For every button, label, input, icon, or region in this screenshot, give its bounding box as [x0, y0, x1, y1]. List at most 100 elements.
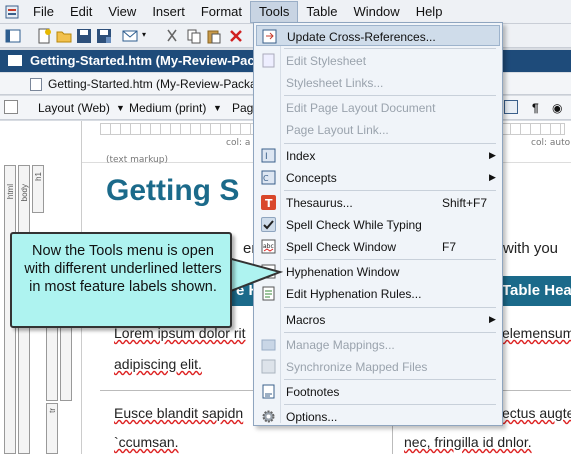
- menu-separator: [284, 379, 496, 380]
- document-icon: [8, 55, 22, 66]
- menu-format[interactable]: Format: [193, 1, 250, 23]
- document-tab[interactable]: Getting-Started.htm (My-Review-Package): [30, 53, 289, 68]
- layout-dropdown-arrow-icon[interactable]: ▼: [116, 103, 125, 113]
- table-cell[interactable]: `ccumsan.: [114, 434, 179, 450]
- file-icon: [30, 78, 42, 91]
- menu-item-page-layout-link[interactable]: Page Layout Link...: [256, 119, 500, 140]
- footnotes-icon: [261, 384, 276, 399]
- tools-menu: Update Cross-References... Edit Styleshe…: [253, 22, 503, 426]
- menu-item-hyphenation-window[interactable]: Hyphenation Window: [256, 261, 500, 282]
- document-subtab[interactable]: Getting-Started.htm (My-Review-Packa: [48, 77, 257, 91]
- send-dropdown-icon[interactable]: ▾: [142, 30, 146, 39]
- layout-dropdown[interactable]: Layout (Web): [38, 101, 110, 115]
- menu-file[interactable]: File: [25, 1, 62, 23]
- svg-text:C: C: [263, 174, 269, 183]
- ci-icon[interactable]: [504, 100, 518, 114]
- preview-eye-icon[interactable]: ◉: [552, 101, 562, 115]
- menu-item-thesaurus[interactable]: T Thesaurus... Shift+F7: [256, 192, 500, 213]
- menu-item-edit-stylesheet[interactable]: Edit Stylesheet: [256, 50, 500, 71]
- menu-item-spell-check-window[interactable]: abc Spell Check Window F7: [256, 236, 500, 257]
- delete-icon[interactable]: [228, 28, 244, 44]
- menu-item-synchronize-mapped-files[interactable]: Synchronize Mapped Files: [256, 356, 500, 377]
- submenu-arrow-icon: ▶: [489, 314, 496, 324]
- checkmark-icon: [261, 217, 276, 232]
- menu-item-footnotes[interactable]: Footnotes: [256, 381, 500, 402]
- menu-item-label: Stylesheet Links...: [286, 76, 384, 90]
- column-label: col: auto: [531, 138, 571, 148]
- menu-window[interactable]: Window: [345, 1, 407, 23]
- menu-item-label: Spell Check While Typing: [286, 218, 422, 232]
- document-heading[interactable]: Getting S: [106, 174, 239, 208]
- paste-icon[interactable]: [206, 28, 222, 44]
- menu-item-macros[interactable]: Macros ▶: [256, 309, 500, 330]
- spellcheck-icon: abc: [261, 239, 276, 254]
- hyphenation-rules-icon: [261, 286, 276, 301]
- copy-icon[interactable]: [186, 28, 202, 44]
- structure-tag-h1[interactable]: h1: [32, 165, 44, 213]
- save-all-icon[interactable]: [96, 28, 112, 44]
- menu-item-options[interactable]: Options...: [256, 406, 500, 427]
- menu-view[interactable]: View: [100, 1, 144, 23]
- table-cell[interactable]: ectus augte: [502, 405, 571, 421]
- menu-item-label: Edit Stylesheet: [286, 54, 367, 68]
- menu-edit[interactable]: Edit: [62, 1, 100, 23]
- table-cell[interactable]: nec, fringilla id dnlor.: [404, 434, 532, 450]
- menu-item-label: Edit Hyphenation Rules...: [286, 287, 422, 301]
- save-icon[interactable]: [76, 28, 92, 44]
- new-file-icon[interactable]: [36, 28, 52, 44]
- table-cell[interactable]: adipiscing elit.: [114, 356, 202, 372]
- gear-icon: [261, 409, 276, 424]
- table-cell[interactable]: elemensum: [502, 325, 571, 341]
- menu-table[interactable]: Table: [298, 1, 345, 23]
- menu-insert[interactable]: Insert: [144, 1, 193, 23]
- annotation-callout: Now the Tools menu is open with differen…: [10, 232, 232, 328]
- menu-item-spell-check-while-typing[interactable]: Spell Check While Typing: [256, 214, 500, 235]
- medium-dropdown[interactable]: Medium (print): [129, 101, 206, 115]
- menu-item-concepts[interactable]: C Concepts ▶: [256, 167, 500, 188]
- menu-item-label: Hyphenation Window: [286, 265, 400, 279]
- menu-item-shortcut: Shift+F7: [442, 196, 488, 210]
- table-cell[interactable]: Eusce blandit sapidn: [114, 405, 243, 421]
- menu-item-stylesheet-links[interactable]: Stylesheet Links...: [256, 72, 500, 93]
- menu-item-manage-mappings[interactable]: Manage Mappings...: [256, 334, 500, 355]
- menu-item-label: Spell Check Window: [286, 240, 397, 254]
- menu-item-update-cross-references[interactable]: Update Cross-References...: [256, 25, 500, 46]
- structure-tag-tr[interactable]: tr: [46, 403, 58, 454]
- menu-separator: [284, 95, 496, 96]
- menu-item-label: Macros: [286, 313, 326, 327]
- index-icon: I: [261, 148, 276, 163]
- mappings-icon: [261, 337, 276, 352]
- stylesheet-icon: [261, 53, 276, 68]
- menu-separator: [284, 332, 496, 333]
- layout-toggle-icon[interactable]: [4, 100, 18, 114]
- panel-icon[interactable]: [5, 28, 21, 44]
- menu-separator: [284, 404, 496, 405]
- update-xref-icon: [262, 29, 277, 44]
- menu-item-index[interactable]: I Index ▶: [256, 145, 500, 166]
- page-dropdown[interactable]: Pag: [232, 101, 253, 115]
- svg-text:I: I: [265, 152, 268, 162]
- intro-text-right[interactable]: with you: [503, 240, 558, 257]
- thesaurus-icon: T: [261, 195, 276, 210]
- menu-help[interactable]: Help: [408, 1, 451, 23]
- menu-tools[interactable]: Tools: [250, 0, 299, 23]
- menu-item-label: Concepts: [286, 171, 337, 185]
- svg-text:T: T: [265, 197, 273, 210]
- send-icon[interactable]: [122, 28, 138, 44]
- open-folder-icon[interactable]: [56, 28, 72, 44]
- submenu-arrow-icon: ▶: [489, 172, 496, 182]
- pilcrow-icon[interactable]: ¶: [532, 101, 539, 115]
- menu-separator: [284, 190, 496, 191]
- app-icon: [5, 5, 19, 19]
- menu-item-label: Manage Mappings...: [286, 338, 395, 352]
- menu-item-edit-page-layout[interactable]: Edit Page Layout Document: [256, 97, 500, 118]
- menu-item-edit-hyphenation-rules[interactable]: Edit Hyphenation Rules...: [256, 283, 500, 304]
- menu-item-label: Index: [286, 149, 316, 163]
- menu-bar: File Edit View Insert Format Tools Table…: [0, 0, 571, 24]
- menu-separator: [284, 143, 496, 144]
- menu-item-label: Options...: [286, 410, 338, 424]
- cut-icon[interactable]: [164, 28, 180, 44]
- menu-item-label: Footnotes: [286, 385, 340, 399]
- menu-separator: [284, 48, 496, 49]
- medium-dropdown-arrow-icon[interactable]: ▼: [213, 103, 222, 113]
